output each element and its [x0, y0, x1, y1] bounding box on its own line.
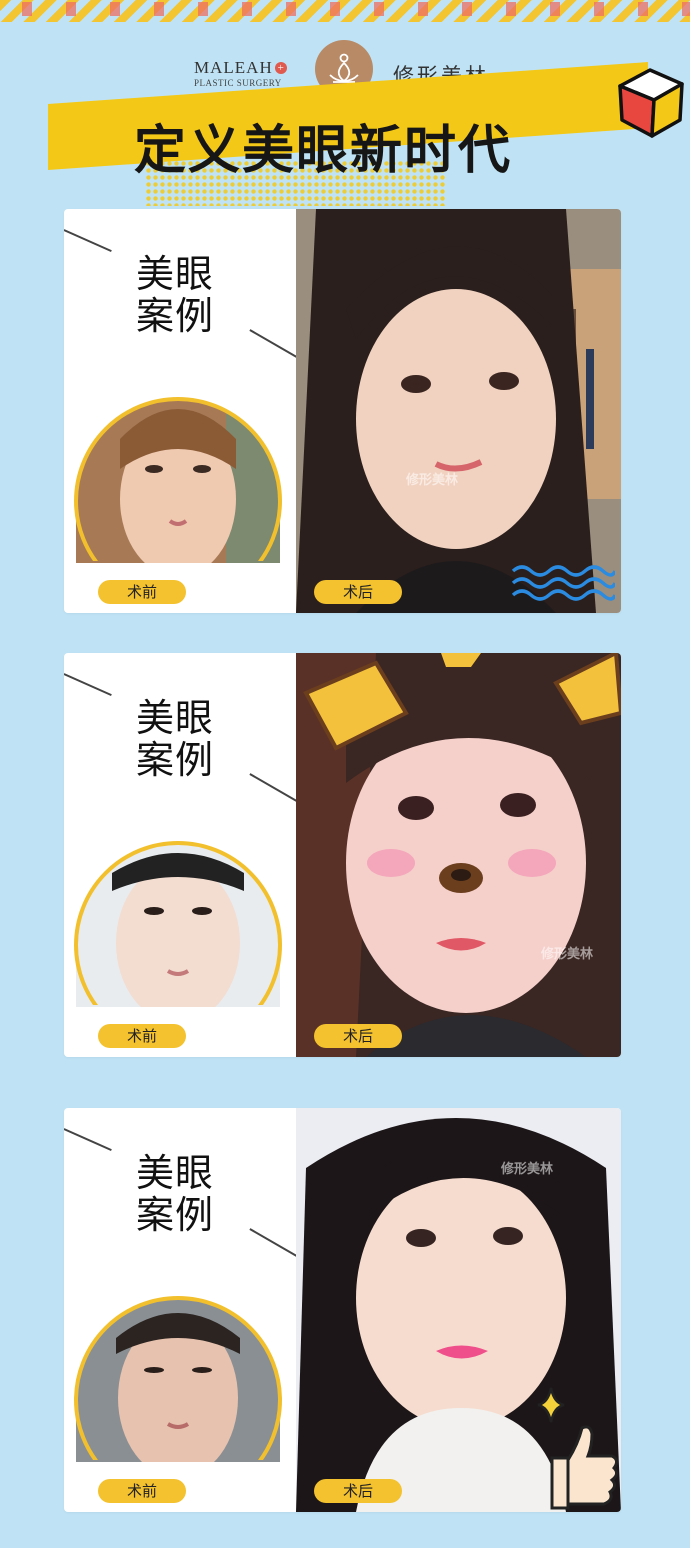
case-label: 美眼 案例 [136, 697, 214, 781]
after-photo: 修形美林 [296, 1108, 621, 1512]
divider-line [64, 1128, 112, 1151]
divider-line [249, 1228, 299, 1258]
case-info-panel: 美眼 案例 [64, 1108, 299, 1512]
after-tag: 术后 [314, 580, 402, 604]
case-label-line2: 案例 [136, 1193, 215, 1237]
sparkle-icon [537, 1387, 565, 1423]
case-label-line1: 美眼 [136, 252, 215, 296]
after-tag: 术后 [314, 1479, 402, 1503]
before-tag: 术前 [98, 580, 186, 604]
case-card-3: 美眼 案例 修形美林 术前 术后 [64, 1108, 621, 1512]
case-label-line1: 美眼 [136, 696, 215, 740]
before-tag: 术前 [98, 1479, 186, 1503]
case-label: 美眼 案例 [136, 253, 214, 337]
divider-line [64, 229, 112, 252]
before-tag: 术前 [98, 1024, 186, 1048]
divider-line [64, 673, 112, 696]
cross-icon: + [274, 62, 287, 74]
case-card-2: 美眼 案例 修形美林 术前 术后 [64, 653, 621, 1057]
divider-line [249, 773, 299, 803]
brand-english: MALEAH + PLASTIC SURGERY [194, 58, 287, 88]
before-photo-frame [74, 1296, 282, 1460]
thumbs-up-icon [550, 1425, 619, 1510]
case-label-line1: 美眼 [136, 1151, 215, 1195]
page-title: 定义美眼新时代 [133, 121, 512, 181]
before-photo-frame [74, 397, 282, 561]
watermark: 修形美林 [541, 947, 594, 962]
wave-icon [511, 565, 615, 601]
top-border-pattern [0, 0, 690, 22]
brand-subtitle: PLASTIC SURGERY [194, 78, 282, 88]
divider-line [249, 329, 299, 359]
case-label-line2: 案例 [136, 294, 215, 338]
case-label: 美眼 案例 [136, 1152, 214, 1236]
case-info-panel: 美眼 案例 [64, 209, 299, 613]
after-photo: 修形美林 [296, 653, 621, 1057]
after-photo: 修形美林 [296, 209, 621, 613]
before-photo-frame [74, 841, 282, 1005]
case-card-1: 美眼 案例 修形美林 术前 术后 [64, 209, 621, 613]
after-tag: 术后 [314, 1024, 402, 1048]
cube-icon [618, 68, 684, 138]
case-label-line2: 案例 [136, 738, 215, 782]
case-info-panel: 美眼 案例 [64, 653, 299, 1057]
watermark: 修形美林 [406, 473, 459, 488]
brand-name: MALEAH [194, 58, 273, 77]
watermark: 修形美林 [501, 1162, 554, 1177]
